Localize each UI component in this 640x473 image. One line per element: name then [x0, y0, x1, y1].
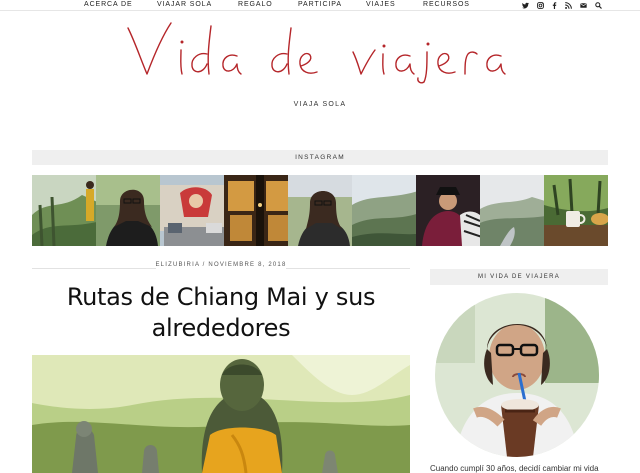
instagram-photo-forest[interactable] — [32, 175, 96, 246]
instagram-photo-cafe[interactable] — [544, 175, 608, 246]
instagram-photo-portrait[interactable] — [96, 175, 160, 246]
instagram-feed — [32, 175, 608, 246]
site-logo[interactable] — [0, 20, 640, 84]
instagram-widget-title: INSTAGRAM — [32, 150, 608, 165]
author-avatar[interactable] — [435, 293, 599, 457]
instagram-photo-hostel[interactable] — [224, 175, 288, 246]
nav-viajar-sola[interactable]: VIAJAR SOLA — [157, 1, 212, 8]
site-tagline: VIAJA SOLA — [293, 101, 347, 108]
post-title-line-2[interactable]: alrededores — [152, 314, 291, 342]
post-author-date[interactable]: ELIZUBIRIA / NOVIEMBRE 8, 2018 — [151, 262, 291, 268]
facebook-icon[interactable] — [550, 0, 559, 11]
instagram-photo-selfie[interactable] — [288, 175, 352, 246]
sidebar-intro-text: Cuando cumplí 30 años, decidí cambiar mi… — [430, 464, 599, 473]
rss-icon[interactable] — [564, 0, 573, 11]
post-featured-image[interactable] — [32, 355, 410, 473]
post-title[interactable]: Rutas de Chiang Mai y sus alrededores — [32, 282, 410, 344]
search-icon[interactable] — [594, 0, 603, 11]
nav-regalo[interactable]: REGALO — [238, 1, 273, 8]
twitter-icon[interactable] — [521, 0, 530, 11]
meta-divider-left — [32, 268, 156, 269]
logo-script — [127, 22, 506, 84]
instagram-photo-performers[interactable] — [416, 175, 480, 246]
post-meta: ELIZUBIRIA / NOVIEMBRE 8, 2018 — [32, 262, 410, 268]
nav-viajes[interactable]: VIAJES — [366, 1, 396, 8]
email-icon[interactable] — [579, 0, 588, 11]
meta-divider-right — [286, 268, 410, 269]
sidebar-widget-title: MI VIDA DE VIAJERA — [430, 269, 608, 285]
instagram-icon[interactable] — [536, 0, 545, 11]
post-title-line-1[interactable]: Rutas de Chiang Mai y sus — [67, 283, 376, 311]
nav-recursos[interactable]: RECURSOS — [423, 1, 470, 8]
instagram-photo-mountains[interactable] — [480, 175, 544, 246]
nav-participa[interactable]: PARTICIPA — [298, 1, 342, 8]
top-navigation: ACERCA DE VIAJAR SOLA REGALO PARTICIPA V… — [0, 0, 640, 11]
nav-acerca-de[interactable]: ACERCA DE — [84, 1, 133, 8]
instagram-photo-mural[interactable] — [160, 175, 224, 246]
instagram-photo-valley[interactable] — [352, 175, 416, 246]
